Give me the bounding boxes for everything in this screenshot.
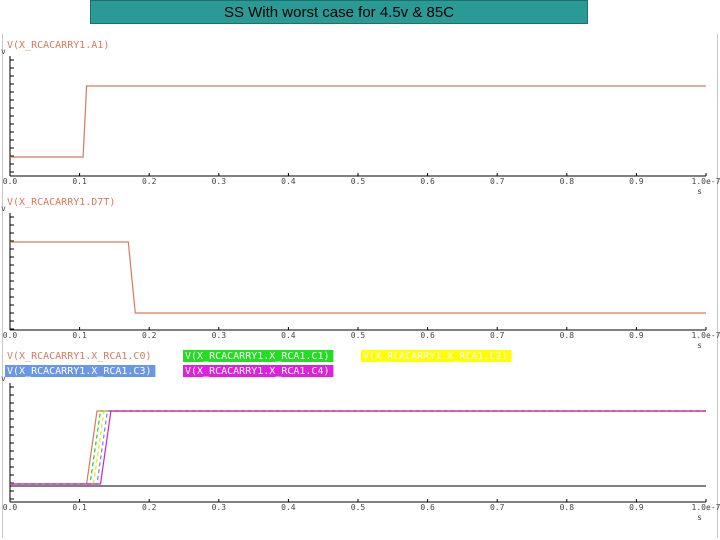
legend-entry: V(X_RCACARRY1.X_RCA1.C2) xyxy=(363,351,508,362)
x-tick-label: 0.5 xyxy=(351,177,366,186)
waveform-plots: 0.0 0.1 0.2 0.3 0.4 0.5 0.6 0.7 0.8 0.9 1.0e-7svV(… xyxy=(1,40,720,522)
legend-entry: V(X_RCACARRY1.A1) xyxy=(7,40,109,51)
x-tick-label: 0.0 xyxy=(3,503,18,512)
x-tick-label: 0.8 xyxy=(560,331,575,340)
x-tick-label: 0.2 xyxy=(142,177,157,186)
x-tick-label: 1.0e-7 xyxy=(692,331,720,340)
x-tick-label: 0.8 xyxy=(560,177,575,186)
x-tick-label: 1.0e-7 xyxy=(692,503,720,512)
legend-entry: V(X_RCACARRY1.X_RCA1.C0) xyxy=(7,351,152,362)
trace-line-1 xyxy=(10,241,706,314)
x-tick-label: 0.2 xyxy=(142,503,157,512)
x-tick-label: 0.9 xyxy=(629,331,644,340)
x-tick-label: 0.4 xyxy=(281,331,296,340)
x-tick-label: 0.3 xyxy=(212,331,227,340)
x-tick-label: 0.9 xyxy=(629,177,644,186)
y-unit-label: v xyxy=(1,204,6,213)
x-tick-label: 0.3 xyxy=(212,177,227,186)
x-tick-label: 0.1 xyxy=(72,331,87,340)
trace-line-3 xyxy=(10,410,706,485)
x-tick-label: 0.5 xyxy=(351,331,366,340)
x-tick-label: 0.6 xyxy=(420,177,435,186)
y-unit-label: v xyxy=(1,47,6,56)
trace-line-5 xyxy=(10,410,706,485)
x-tick-label: 0.6 xyxy=(420,503,435,512)
x-tick-label: 0.6 xyxy=(420,331,435,340)
x-tick-label: 0.0 xyxy=(3,331,18,340)
x-tick-label: 0.1 xyxy=(72,177,87,186)
x-tick-label: 0.7 xyxy=(490,331,505,340)
x-tick-label: 0.0 xyxy=(3,177,18,186)
x-unit-label: s xyxy=(697,341,702,350)
legend-entry: V(X_RCACARRY1.X_RCA1.C4) xyxy=(185,366,330,377)
x-tick-label: 0.1 xyxy=(72,503,87,512)
x-tick-label: 0.4 xyxy=(281,503,296,512)
x-tick-label: 1.0e-7 xyxy=(692,177,720,186)
x-tick-label: 0.3 xyxy=(212,503,227,512)
x-tick-label: 0.5 xyxy=(351,503,366,512)
trace-line-1 xyxy=(10,410,706,485)
legend-entry: V(X_RCACARRY1.X_RCA1.C3) xyxy=(7,366,152,377)
x-tick-label: 0.7 xyxy=(490,177,505,186)
x-unit-label: s xyxy=(697,187,702,196)
x-tick-label: 0.2 xyxy=(142,331,157,340)
legend-entry: V(X_RCACARRY1.D7T) xyxy=(7,197,115,208)
trace-line-2 xyxy=(10,410,706,485)
x-tick-label: 0.7 xyxy=(490,503,505,512)
trace-line-4 xyxy=(10,410,706,485)
x-unit-label: s xyxy=(697,513,702,522)
legend-entry: V(X_RCACARRY1.X_RCA1.C1) xyxy=(185,351,330,362)
x-tick-label: 0.4 xyxy=(281,177,296,186)
trace-line-1 xyxy=(10,85,706,158)
x-tick-label: 0.8 xyxy=(560,503,575,512)
x-tick-label: 0.9 xyxy=(629,503,644,512)
